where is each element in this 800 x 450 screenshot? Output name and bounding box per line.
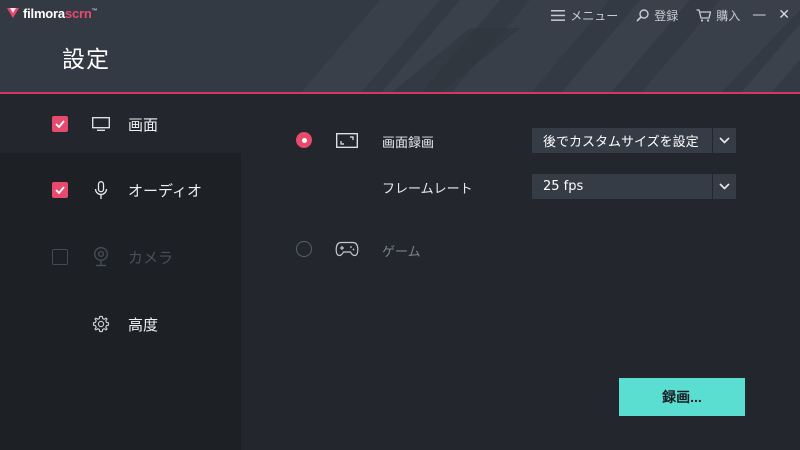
filmora-logo-icon: [7, 8, 19, 18]
gear-icon: [91, 314, 111, 334]
webcam-icon: [91, 247, 111, 267]
game-label: ゲーム: [382, 245, 421, 260]
sidebar-item-label: 高度: [128, 316, 159, 334]
sidebar-item-label: 画面: [128, 116, 159, 134]
logo-primary: filmora: [23, 5, 65, 21]
chevron-down-icon[interactable]: [713, 128, 736, 153]
sidebar-item-camera[interactable]: カメラ: [0, 229, 241, 286]
sidebar: 画面 オーディオ カメラ 高度: [0, 96, 241, 450]
frame-rate-value: 25 fps: [543, 179, 584, 194]
chevron-down-icon[interactable]: [713, 174, 736, 199]
login-button[interactable]: 登録: [636, 7, 678, 24]
camera-checkbox[interactable]: [52, 249, 68, 265]
logo-accent: scrn: [64, 5, 92, 21]
screen-settings-panel: 画面録画 後でカスタムサイズを設定 フレームレート 25 fps ゲーム 録画.…: [241, 96, 800, 450]
cart-icon: [696, 8, 712, 22]
record-size-value: 後でカスタムサイズを設定: [543, 135, 699, 150]
header: filmorascrn™ 設定 メニュー 登録 購入 — ✕: [0, 0, 800, 94]
sidebar-item-audio[interactable]: オーディオ: [0, 161, 241, 218]
search-key-icon: [636, 8, 649, 22]
frame-rate-select[interactable]: 25 fps: [532, 174, 736, 199]
menu-label: メニュー: [570, 8, 619, 23]
microphone-icon: [91, 180, 111, 200]
checkmark-icon: [55, 120, 65, 128]
sidebar-item-label: カメラ: [128, 249, 174, 267]
logo-trademark: ™: [91, 8, 98, 15]
screen-checkbox[interactable]: [52, 116, 68, 132]
game-radio[interactable]: [296, 241, 312, 257]
sidebar-item-label: オーディオ: [128, 182, 202, 200]
app-logo: filmorascrn™: [6, 5, 98, 21]
buy-button[interactable]: 購入: [696, 7, 740, 24]
top-toolbar: メニュー 登録 購入 — ✕: [533, 6, 790, 24]
screen-record-radio[interactable]: [296, 132, 312, 148]
audio-checkbox[interactable]: [52, 182, 68, 198]
buy-label: 購入: [716, 8, 741, 23]
checkmark-icon: [55, 186, 65, 194]
frame-rate-label: フレームレート: [382, 182, 473, 197]
login-label: 登録: [654, 8, 679, 23]
logo-text: filmorascrn™: [23, 5, 98, 21]
record-button[interactable]: 録画...: [619, 378, 745, 416]
hamburger-icon: [551, 9, 566, 21]
sidebar-item-advanced[interactable]: 高度: [0, 296, 241, 353]
record-size-select[interactable]: 後でカスタムサイズを設定: [532, 128, 736, 153]
fullscreen-icon: [335, 130, 359, 150]
sidebar-item-screen[interactable]: 画面: [0, 96, 241, 153]
minimize-button[interactable]: —: [752, 8, 766, 22]
screen-record-label: 画面録画: [382, 136, 435, 151]
page-title: 設定: [62, 47, 110, 73]
menu-button[interactable]: メニュー: [551, 7, 618, 24]
close-button[interactable]: ✕: [778, 8, 790, 22]
gamepad-icon: [335, 239, 359, 259]
monitor-icon: [91, 114, 111, 134]
